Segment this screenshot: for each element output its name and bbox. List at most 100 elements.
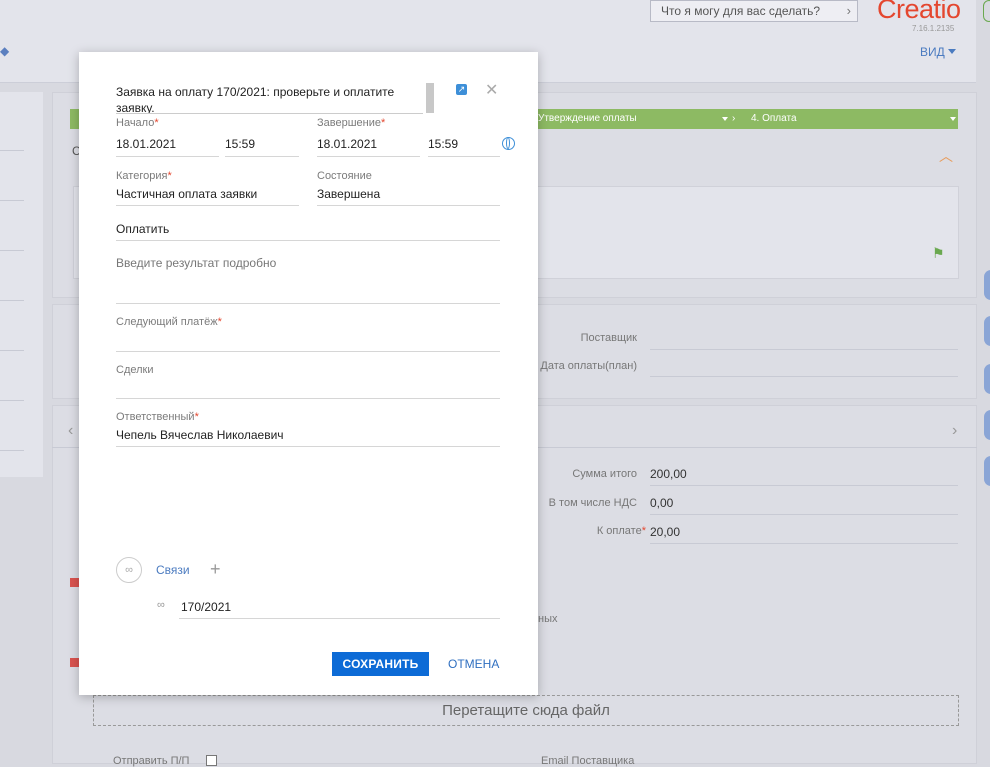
end-label: Завершение* — [317, 117, 385, 129]
modal-title[interactable]: Заявка на оплату 170/2021: проверьте и о… — [116, 84, 416, 114]
divider — [0, 150, 24, 151]
to-pay-value[interactable]: 20,00 — [650, 525, 680, 539]
status-select[interactable]: Завершена — [317, 187, 380, 201]
divider — [0, 300, 24, 301]
close-icon[interactable]: ✕ — [485, 80, 498, 100]
next-payment-label: Следующий платёж* — [116, 316, 222, 328]
title-scrollbar[interactable] — [426, 83, 434, 113]
file-dropzone[interactable]: Перетащите сюда файл — [93, 695, 959, 726]
category-label: Категория* — [116, 170, 172, 182]
add-link-icon[interactable]: + — [210, 559, 221, 580]
chevron-right-icon[interactable]: › — [847, 1, 851, 21]
stage-approve[interactable]: Утверждение оплаты — [538, 109, 637, 129]
linked-record[interactable]: 170/2021 — [181, 600, 231, 614]
title-underline — [116, 113, 423, 114]
owner-label-text: Ответственный — [116, 411, 195, 423]
send-checkbox[interactable] — [206, 755, 217, 766]
side-action-button[interactable] — [984, 410, 990, 440]
owner-lookup[interactable]: Чепель Вячеслав Николаевич — [116, 428, 284, 442]
required-mark: * — [194, 411, 199, 423]
status-indicator — [983, 0, 990, 22]
status-label: Состояние — [317, 170, 372, 182]
stage-separator: › — [732, 113, 736, 124]
divider — [0, 400, 24, 401]
required-mark: * — [154, 117, 159, 129]
field-underline — [116, 446, 500, 447]
to-pay-label: К оплате* — [540, 525, 646, 537]
divider — [0, 250, 24, 251]
stage-pay[interactable]: 4. Оплата — [751, 109, 797, 129]
required-mark: * — [217, 316, 222, 328]
category-label-text: Категория — [116, 170, 168, 182]
start-label: Начало* — [116, 117, 159, 129]
start-time-input[interactable]: 15:59 — [225, 137, 255, 151]
globe-icon[interactable] — [502, 137, 515, 150]
caret-down-icon — [947, 49, 956, 54]
flag-icon[interactable]: ⚑ — [932, 245, 945, 262]
required-mark: * — [381, 117, 386, 129]
next-payment-label-text: Следующий платёж — [116, 316, 218, 328]
required-mark: * — [641, 525, 646, 537]
command-search-box[interactable]: Что я могу для вас сделать? › — [650, 0, 858, 22]
vat-field-line — [650, 514, 958, 515]
creatio-logo: Creatio — [877, 0, 961, 24]
side-action-button[interactable] — [984, 270, 990, 300]
tag-icon[interactable]: ◆ — [0, 44, 9, 58]
send-checkbox-label: Отправить П/П — [113, 755, 190, 767]
next-payment-field[interactable] — [116, 351, 500, 352]
field-underline — [317, 205, 500, 206]
to-pay-field-line — [650, 543, 958, 544]
stage-dropdown-icon[interactable] — [722, 117, 728, 121]
supplier-label: Поставщик — [580, 332, 637, 344]
alert-icon — [70, 658, 79, 667]
deals-label: Сделки — [116, 364, 154, 376]
view-menu-button[interactable]: ВИД — [920, 45, 956, 59]
left-panel — [0, 92, 43, 477]
partial-text: ных — [538, 613, 558, 625]
total-label: Сумма итого — [572, 468, 637, 480]
divider — [0, 200, 24, 201]
links-label[interactable]: Связи — [156, 563, 190, 577]
field-underline — [116, 156, 219, 157]
subject-input[interactable]: Оплатить — [116, 222, 169, 236]
chevron-up-icon[interactable]: ︿ — [939, 146, 953, 166]
side-action-button[interactable] — [984, 456, 990, 486]
alert-icon — [70, 578, 79, 587]
field-underline — [428, 156, 500, 157]
total-field-line — [650, 485, 958, 486]
save-button[interactable]: СОХРАНИТЬ — [332, 652, 429, 676]
view-menu-label: ВИД — [920, 45, 945, 59]
pay-date-field-line — [650, 376, 958, 377]
link-icon: ∞ — [116, 557, 142, 583]
side-action-button[interactable] — [984, 364, 990, 394]
field-underline — [179, 618, 500, 619]
chevron-right-icon[interactable]: › — [952, 422, 957, 440]
end-date-input[interactable]: 18.01.2021 — [317, 137, 377, 151]
deals-field[interactable] — [116, 398, 500, 399]
vat-value[interactable]: 0,00 — [650, 496, 673, 510]
required-mark: * — [167, 170, 172, 182]
end-time-input[interactable]: 15:59 — [428, 137, 458, 151]
total-value[interactable]: 200,00 — [650, 467, 687, 481]
start-date-input[interactable]: 18.01.2021 — [116, 137, 176, 151]
field-underline — [116, 205, 299, 206]
version-label: 7.16.1.2135 — [912, 24, 955, 33]
cancel-button[interactable]: ОТМЕНА — [448, 657, 499, 671]
chevron-left-icon[interactable]: ‹ — [68, 422, 73, 440]
divider — [0, 350, 24, 351]
field-underline — [116, 303, 500, 304]
supplier-email-label: Email Поставщика — [541, 755, 635, 767]
result-textarea[interactable]: Введите результат подробно — [116, 256, 276, 270]
stage-dropdown-icon[interactable] — [950, 117, 956, 121]
field-underline — [225, 156, 299, 157]
command-search-placeholder: Что я могу для вас сделать? — [661, 4, 821, 18]
divider — [0, 450, 24, 451]
open-in-new-icon[interactable]: ↗ — [456, 84, 467, 95]
start-label-text: Начало — [116, 117, 155, 129]
field-underline — [116, 240, 500, 241]
side-action-button[interactable] — [984, 316, 990, 346]
end-label-text: Завершение — [317, 117, 381, 129]
chain-link-icon: ∞ — [157, 599, 165, 611]
category-select[interactable]: Частичная оплата заявки — [116, 187, 257, 201]
supplier-field-line — [650, 349, 958, 350]
